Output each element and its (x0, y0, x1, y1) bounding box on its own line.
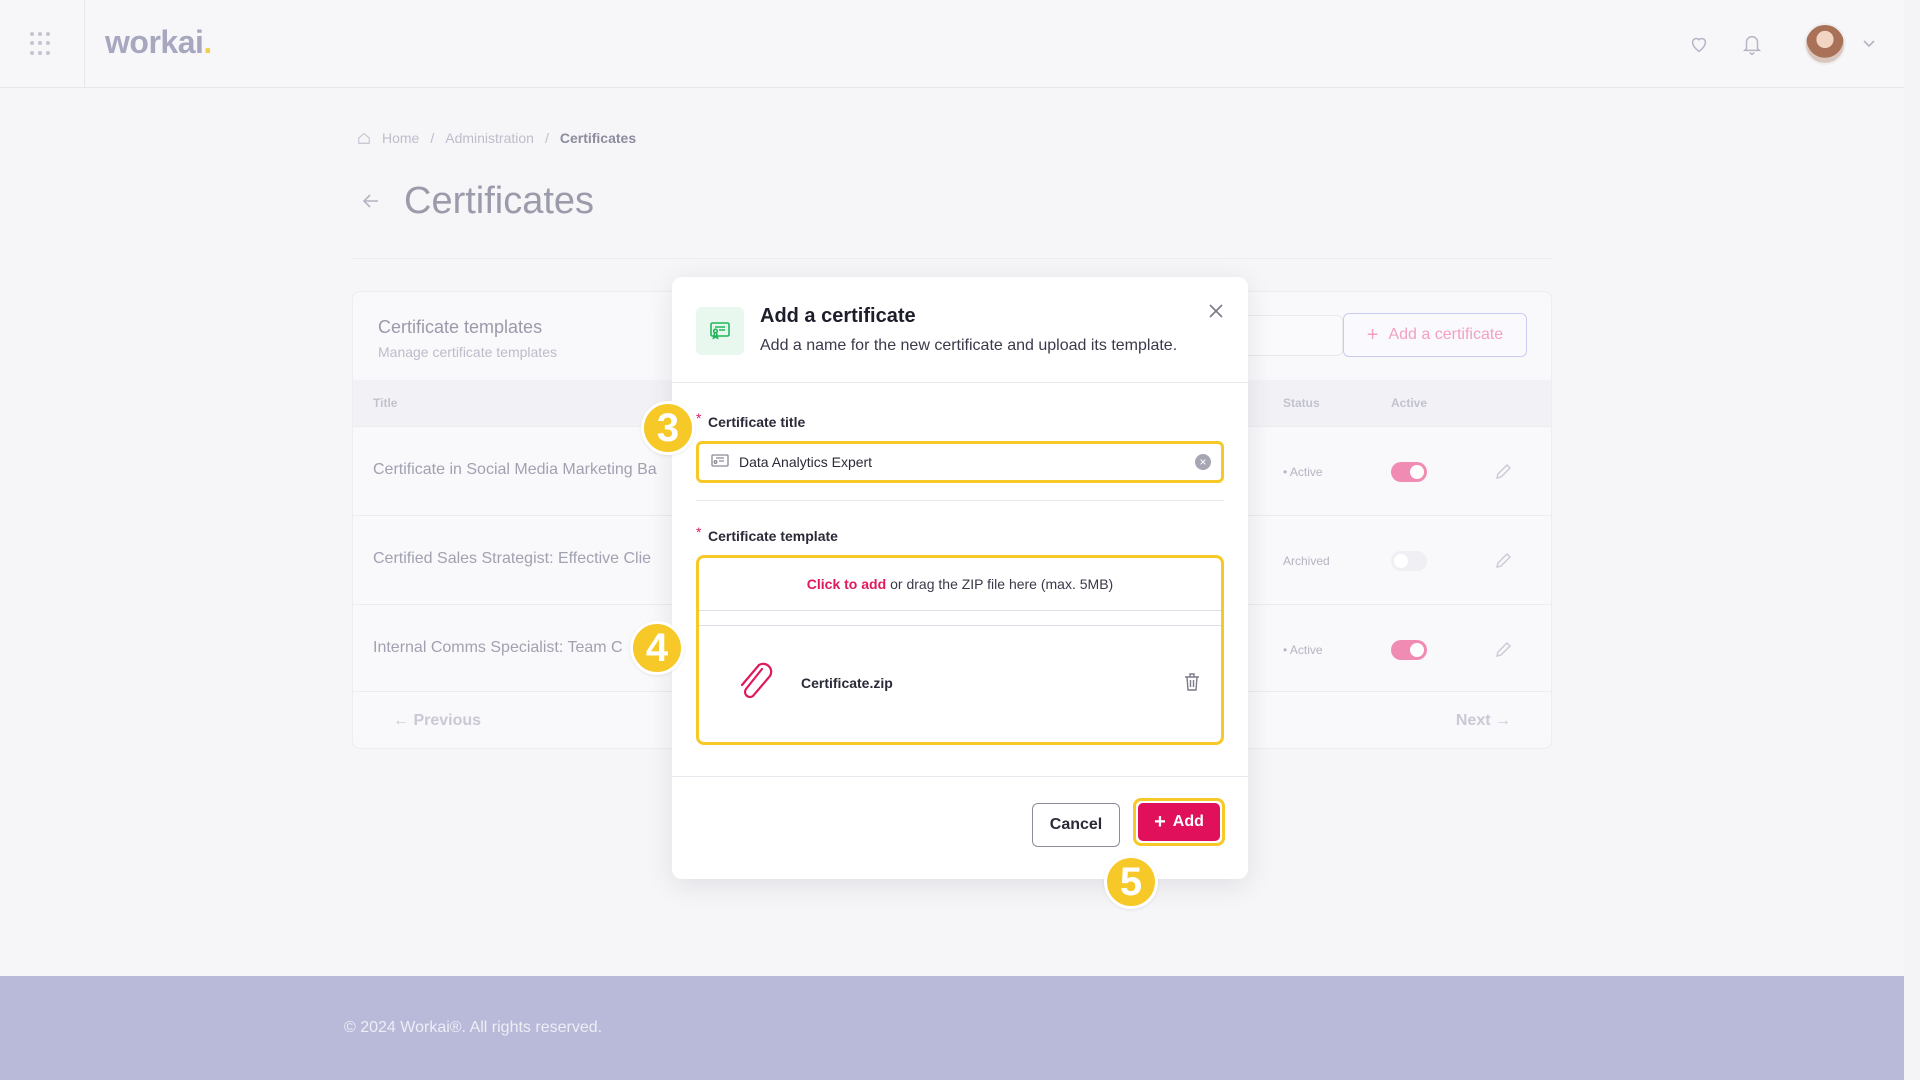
breadcrumb: Home / Administration / Certificates (357, 130, 636, 146)
apps-grid-icon[interactable] (30, 32, 54, 56)
close-icon[interactable] (1204, 299, 1228, 323)
file-drop-zone[interactable]: Click to add or drag the ZIP file here (… (699, 558, 1221, 611)
add-button-highlight: + Add (1133, 798, 1225, 846)
edit-pencil-icon[interactable] (1493, 462, 1513, 482)
column-title: Title (373, 396, 398, 410)
breadcrumb-home[interactable]: Home (382, 130, 419, 146)
drop-zone-hint: or drag the ZIP file here (max. 5MB) (890, 576, 1114, 592)
uploaded-file-item: Certificate.zip (699, 625, 1221, 742)
click-to-add-link[interactable]: Click to add (807, 576, 886, 592)
heart-icon[interactable] (1688, 33, 1710, 55)
clear-icon[interactable]: × (1195, 454, 1211, 470)
required-mark: * (696, 410, 702, 426)
certificate-title-input[interactable]: Data Analytics Expert × (696, 441, 1224, 483)
avatar[interactable] (1804, 23, 1846, 65)
status-badge: Archived (1283, 554, 1330, 568)
footer-copyright: © 2024 Workai®. All rights reserved. (344, 1019, 603, 1036)
home-icon (358, 132, 370, 144)
scrollbar[interactable] (1904, 0, 1920, 1080)
step-badge-5: 5 (1104, 855, 1158, 909)
add-button-label: Add (1172, 813, 1204, 830)
topbar-divider (84, 0, 85, 87)
certificate-title-label: Certificate title (708, 414, 806, 430)
search-input[interactable] (1233, 315, 1343, 356)
active-toggle[interactable] (1391, 462, 1427, 482)
row-title[interactable]: Certificate in Social Media Marketing Ba (373, 461, 683, 479)
step-badge-3: 3 (641, 401, 695, 455)
modal-title: Add a certificate (760, 305, 916, 327)
previous-page-button[interactable]: ← Previous (393, 712, 481, 730)
chevron-down-icon[interactable] (1862, 38, 1876, 48)
bell-icon[interactable] (1741, 32, 1763, 56)
certificate-template-upload: Click to add or drag the ZIP file here (… (696, 555, 1224, 745)
plus-icon: + (1154, 811, 1166, 833)
add-certificate-label: Add a certificate (1388, 326, 1504, 343)
breadcrumb-current: Certificates (559, 130, 637, 146)
file-name: Certificate.zip (801, 675, 893, 691)
divider (696, 500, 1224, 501)
modal-divider (672, 776, 1248, 777)
column-active: Active (1391, 396, 1428, 410)
top-bar: workai. (0, 0, 1920, 88)
divider (352, 258, 1552, 259)
add-button[interactable]: + Add (1138, 803, 1220, 841)
row-title[interactable]: Certified Sales Strategist: Effective Cl… (373, 550, 683, 568)
card-title: Certificate templates (378, 317, 543, 337)
card-subtitle: Manage certificate templates (378, 344, 557, 360)
edit-pencil-icon[interactable] (1493, 551, 1513, 571)
certificate-title-value[interactable]: Data Analytics Expert (739, 454, 1185, 470)
breadcrumb-separator: / (544, 130, 549, 146)
step-badge-4: 4 (630, 621, 684, 675)
paperclip-icon (740, 662, 773, 699)
certificate-template-label: Certificate template (708, 528, 838, 544)
column-status: Status (1283, 396, 1320, 410)
add-certificate-button[interactable]: + Add a certificate (1343, 313, 1527, 357)
add-certificate-modal: Add a certificate Add a name for the new… (672, 277, 1248, 879)
back-arrow-icon[interactable] (360, 190, 382, 212)
required-mark: * (696, 524, 702, 540)
edit-pencil-icon[interactable] (1493, 640, 1513, 660)
plus-icon: + (1366, 324, 1379, 346)
status-badge: • Active (1283, 465, 1323, 479)
modal-divider (672, 382, 1248, 383)
certificate-icon (711, 454, 729, 467)
next-page-button[interactable]: Next → (1456, 712, 1511, 730)
trash-icon[interactable] (1183, 672, 1201, 692)
modal-subtitle: Add a name for the new certificate and u… (760, 337, 1178, 354)
active-toggle[interactable] (1391, 640, 1427, 660)
status-badge: • Active (1283, 643, 1323, 657)
footer: © 2024 Workai®. All rights reserved. (0, 976, 1904, 1080)
breadcrumb-separator: / (430, 130, 435, 146)
page-title: Certificates (404, 180, 595, 222)
app-logo[interactable]: workai. (105, 24, 212, 61)
cancel-button[interactable]: Cancel (1032, 803, 1120, 847)
certificate-icon (696, 307, 744, 355)
breadcrumb-administration[interactable]: Administration (445, 130, 534, 146)
active-toggle[interactable] (1391, 551, 1427, 571)
